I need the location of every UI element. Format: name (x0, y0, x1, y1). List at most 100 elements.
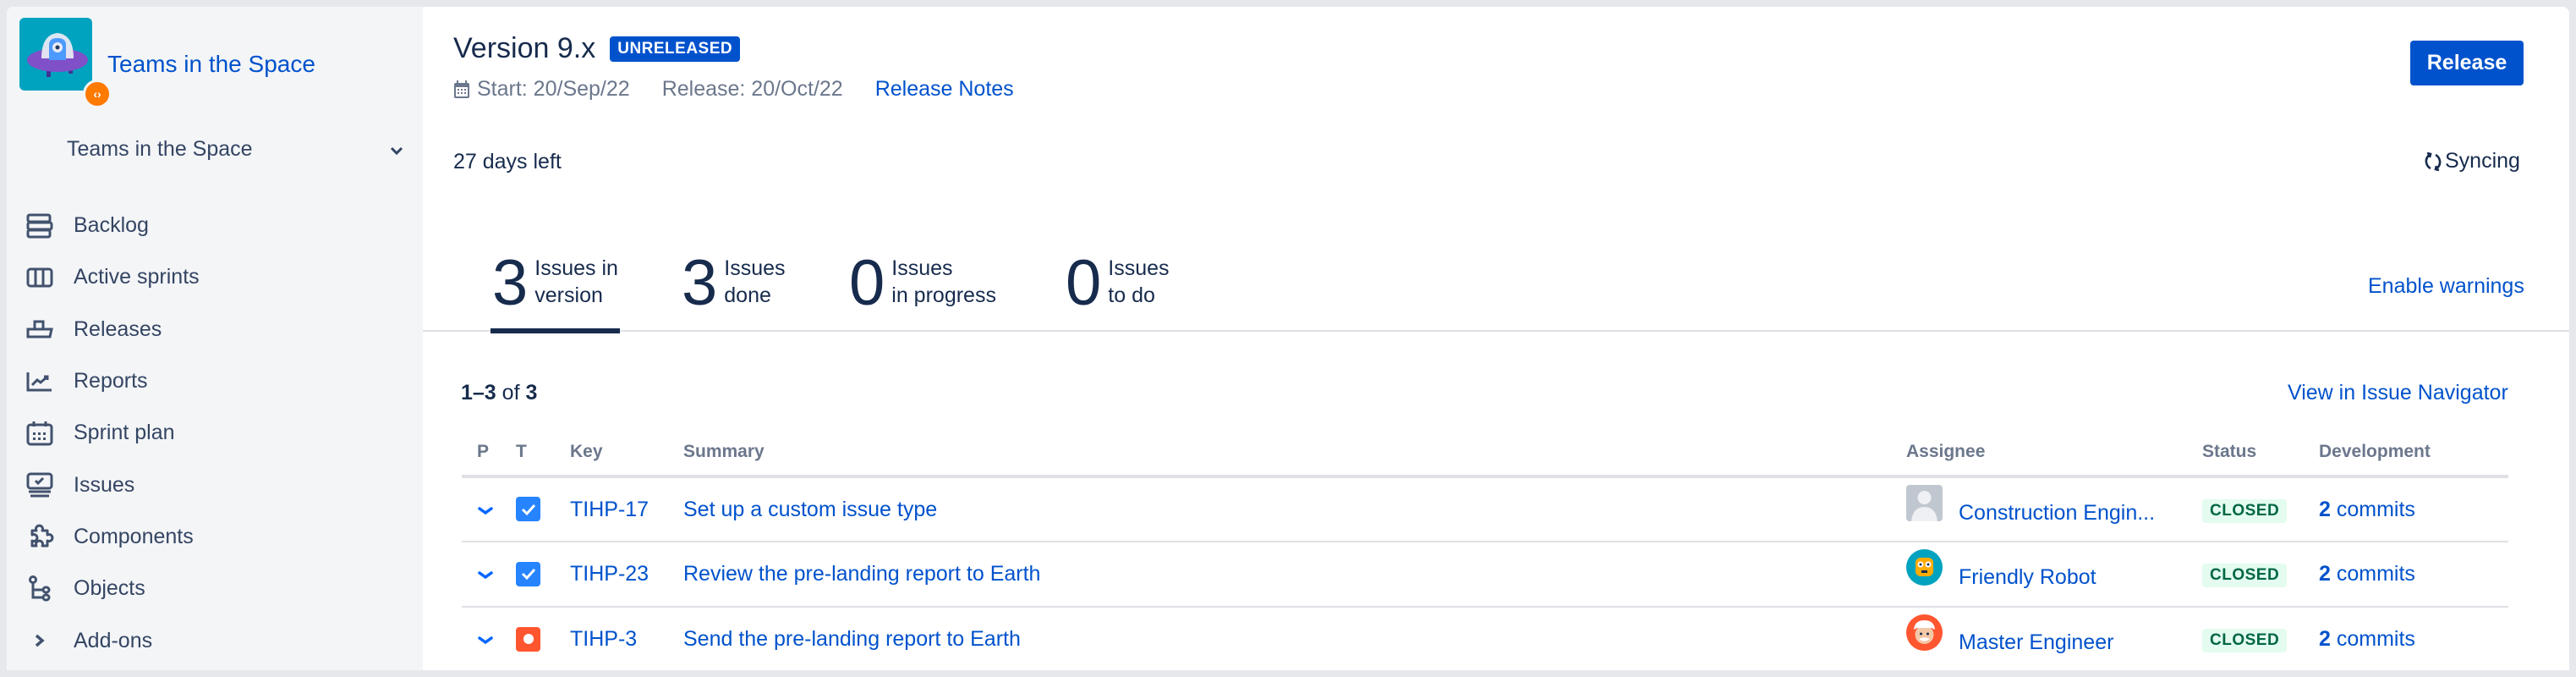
bug-icon (516, 626, 540, 652)
tab-label-line: in progress (891, 283, 996, 307)
column-header-priority[interactable]: P (462, 428, 516, 478)
priority-low-icon (477, 498, 494, 521)
tab-count: 0 (849, 247, 885, 319)
sidebar: ‹› Teams in the Space Teams in the Space… (7, 7, 423, 670)
table-row[interactable]: TIHP-23 Review the pre-landing report to… (462, 542, 2508, 608)
tab-label-line: Issues (724, 256, 786, 280)
enable-warnings-link[interactable]: Enable warnings (2368, 274, 2524, 299)
days-left: 27 days left (453, 150, 562, 173)
tab-issues-in-progress[interactable]: 0 Issues in progress (849, 247, 996, 332)
tab-label-line: Issues in (534, 256, 618, 280)
sidebar-nav: Backlog Active sprints Releases Reports (25, 200, 414, 667)
hierarchy-icon (25, 574, 55, 604)
line-chart-icon (25, 366, 55, 397)
project-avatar[interactable]: ‹› (19, 18, 112, 108)
sidebar-item-label: Backlog (74, 213, 149, 238)
avatar (1906, 614, 1943, 651)
table-row[interactable]: TIHP-3 Send the pre-landing report to Ea… (462, 607, 2508, 670)
status-badge: CLOSED (2202, 498, 2288, 523)
sidebar-item-active-sprints[interactable]: Active sprints (25, 251, 414, 303)
ship-icon (25, 314, 55, 344)
sidebar-item-label: Sprint plan (74, 421, 175, 445)
results-range: 1–3 (461, 381, 496, 405)
tab-count: 3 (492, 247, 529, 319)
tab-label-line: Issues (891, 256, 953, 280)
version-dates: Start: 20/Sep/22 Release: 20/Oct/22 Rele… (453, 77, 1014, 102)
sync-label: Syncing (2445, 149, 2520, 173)
commits-count: 2 (2319, 497, 2331, 521)
commits-link[interactable]: 2 commits (2319, 498, 2415, 521)
release-button[interactable]: Release (2410, 41, 2524, 85)
release-notes-link[interactable]: Release Notes (875, 77, 1014, 102)
column-header-summary[interactable]: Summary (683, 428, 1906, 478)
sidebar-item-label: Add-ons (74, 628, 153, 652)
sidebar-item-label: Issues (74, 472, 135, 497)
issues-table: P T Key Summary Assignee Status Developm… (462, 428, 2508, 670)
avatar (1906, 484, 1943, 521)
issue-tabs: 3 Issues in version 3 Issues done 0 Issues… (423, 244, 2569, 333)
column-header-assignee[interactable]: Assignee (1906, 428, 2202, 478)
tab-issues-done[interactable]: 3 Issues done (682, 247, 786, 332)
sidebar-item-objects[interactable]: Objects (25, 563, 414, 614)
issue-key-link[interactable]: TIHP-3 (570, 627, 637, 651)
release-date: Release: 20/Oct/22 (661, 77, 843, 101)
version-header: Version 9.x UNRELEASED (453, 32, 741, 65)
commits-count: 2 (2319, 626, 2331, 651)
backlog-icon (25, 211, 55, 241)
chevron-down-icon (390, 137, 403, 162)
board-columns-icon (25, 262, 55, 293)
project-name[interactable]: Teams in the Space (107, 51, 315, 78)
commits-label: commits (2336, 626, 2415, 651)
sidebar-item-issues[interactable]: Issues (25, 459, 414, 510)
commits-link[interactable]: 2 commits (2319, 627, 2415, 651)
sidebar-item-backlog[interactable]: Backlog (25, 200, 414, 251)
sidebar-item-label: Active sprints (74, 265, 200, 289)
puzzle-icon (25, 521, 55, 552)
sidebar-item-releases[interactable]: Releases (25, 304, 414, 355)
tab-count: 0 (1066, 247, 1102, 319)
board-selector[interactable]: Teams in the Space (67, 132, 414, 166)
assignee-link[interactable]: Construction Engin... (1959, 501, 2155, 526)
tab-label-line: Issues (1108, 256, 1170, 280)
issue-summary-link[interactable]: Review the pre-landing report to Earth (683, 562, 1040, 586)
commits-link[interactable]: 2 commits (2319, 562, 2415, 586)
tab-label-line: done (724, 283, 771, 307)
issues-icon (25, 470, 55, 500)
priority-low-icon (477, 562, 494, 586)
priority-low-icon (477, 627, 494, 651)
sidebar-item-add-ons[interactable]: Add-ons (25, 614, 414, 666)
commits-count: 2 (2319, 562, 2331, 586)
status-badge: CLOSED (2202, 564, 2288, 587)
avatar (1906, 549, 1943, 586)
page-title: Version 9.x (453, 32, 596, 64)
start-date: Start: 20/Sep/22 (477, 77, 630, 101)
tab-issues-to-do[interactable]: 0 Issues to do (1066, 247, 1170, 332)
main-content: Version 9.x UNRELEASED Start: 20/Sep/22 … (423, 7, 2569, 670)
assignee-link[interactable]: Master Engineer (1959, 630, 2113, 655)
tab-count: 3 (682, 247, 718, 319)
issue-key-link[interactable]: TIHP-23 (570, 562, 649, 586)
status-badge: CLOSED (2202, 628, 2288, 652)
ufo-icon (27, 33, 88, 77)
tab-label-line: version (534, 283, 603, 307)
column-header-key[interactable]: Key (570, 428, 683, 478)
software-project-badge-icon: ‹› (83, 80, 112, 108)
sidebar-item-components[interactable]: Components (25, 511, 414, 563)
column-header-development[interactable]: Development (2319, 428, 2508, 478)
issue-summary-link[interactable]: Set up a custom issue type (683, 498, 937, 521)
sidebar-item-reports[interactable]: Reports (25, 355, 414, 407)
issue-summary-link[interactable]: Send the pre-landing report to Earth (683, 627, 1021, 651)
sidebar-item-label: Objects (74, 576, 145, 601)
commits-label: commits (2336, 497, 2415, 521)
table-row[interactable]: TIHP-17 Set up a custom issue type Const… (462, 476, 2508, 542)
view-in-issue-navigator-link[interactable]: View in Issue Navigator (2288, 381, 2508, 405)
sidebar-item-sprint-plan[interactable]: Sprint plan (25, 407, 414, 459)
results-of: of (501, 381, 520, 405)
column-header-type[interactable]: T (516, 428, 570, 478)
issue-key-link[interactable]: TIHP-17 (570, 498, 649, 521)
calendar-icon (453, 80, 470, 99)
assignee-link[interactable]: Friendly Robot (1959, 565, 2096, 590)
column-header-status[interactable]: Status (2202, 428, 2319, 478)
sync-status: Syncing (2423, 149, 2520, 173)
tab-issues-in-version[interactable]: 3 Issues in version (491, 247, 620, 333)
